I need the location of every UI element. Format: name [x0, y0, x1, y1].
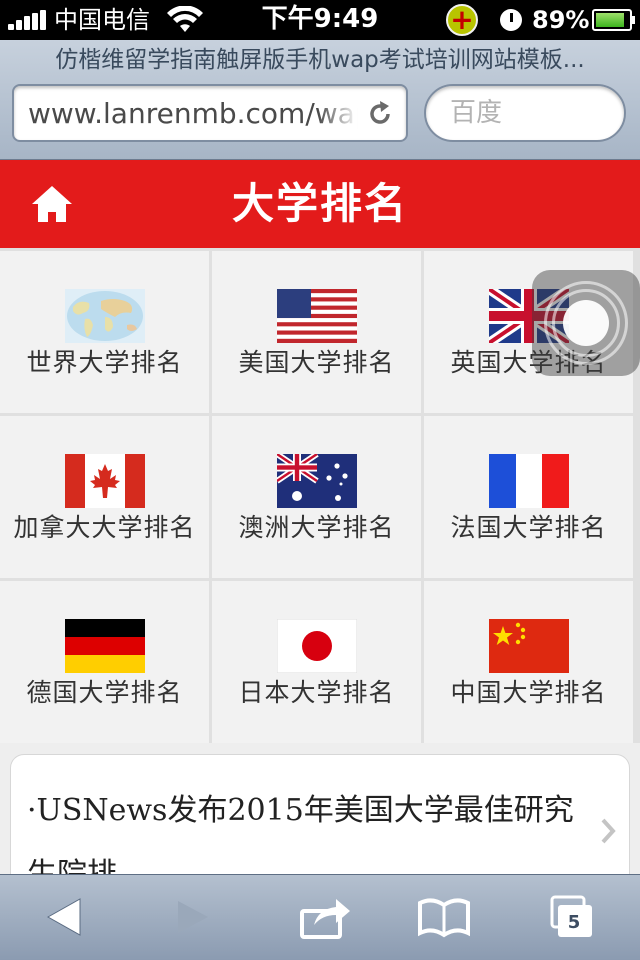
world-map-icon: [65, 289, 145, 343]
china-flag-icon: [489, 619, 569, 673]
germany-flag-icon: [65, 619, 145, 673]
ranking-item-japan[interactable]: 日本大学排名: [212, 581, 421, 743]
canada-flag-icon: [65, 454, 145, 508]
share-button[interactable]: [292, 887, 356, 947]
browser-toolbar: 5: [0, 874, 640, 960]
japan-flag-icon: [277, 619, 357, 673]
assistive-touch-button[interactable]: [532, 270, 640, 376]
bookmarks-button[interactable]: [412, 887, 476, 947]
search-input[interactable]: [424, 84, 626, 142]
url-text: www.lanrenmb.com/wap: [28, 96, 358, 132]
alarm-icon: [500, 9, 522, 31]
ranking-label: 中国大学排名: [450, 678, 607, 707]
ranking-item-china[interactable]: 中国大学排名: [424, 581, 633, 743]
back-icon: [46, 898, 81, 936]
ranking-label: 世界大学排名: [26, 348, 183, 377]
tabs-count: 5: [567, 912, 581, 933]
status-bar: 中国电信 下午9:49 89%: [0, 0, 640, 40]
app-icon: [446, 2, 478, 38]
ranking-label: 美国大学排名: [238, 348, 395, 377]
page-title: 仿楷维留学指南触屏版手机wap考试培训网站模板...: [55, 47, 585, 73]
ranking-label: 澳洲大学排名: [238, 513, 395, 542]
assistive-dot: [563, 300, 609, 346]
url-field[interactable]: www.lanrenmb.com/wap: [12, 84, 408, 142]
usa-flag-icon: [277, 289, 357, 343]
share-icon: [300, 899, 350, 939]
ranking-item-australia[interactable]: 澳洲大学排名: [212, 416, 421, 578]
bookmarks-icon: [418, 898, 470, 938]
ranking-item-france[interactable]: 法国大学排名: [424, 416, 633, 578]
back-button[interactable]: [32, 887, 96, 947]
wifi-icon: [167, 6, 203, 32]
battery-icon: [592, 9, 635, 31]
forward-icon: [178, 901, 208, 933]
ranking-label: 日本大学排名: [238, 678, 395, 707]
page-heading: 大学排名: [231, 179, 408, 228]
battery-fill: [596, 13, 625, 27]
ranking-item-world[interactable]: 世界大学排名: [0, 251, 209, 413]
ranking-item-usa[interactable]: 美国大学排名: [212, 251, 421, 413]
ranking-item-canada[interactable]: 加拿大大学排名: [0, 416, 209, 578]
reload-icon[interactable]: [366, 100, 394, 128]
site-header: 大学排名: [0, 160, 640, 248]
carrier-name: 中国电信: [54, 6, 150, 34]
chevron-right-icon: [601, 818, 616, 844]
ranking-item-germany[interactable]: 德国大学排名: [0, 581, 209, 743]
ranking-label: 加拿大大学排名: [13, 513, 196, 542]
news-card[interactable]: ·USNews发布2015年美国大学最佳研究生院排: [10, 754, 630, 894]
forward-button[interactable]: [160, 887, 224, 947]
browser-bar: 仿楷维留学指南触屏版手机wap考试培训网站模板... www.lanrenmb.…: [0, 40, 640, 160]
ranking-label: 德国大学排名: [26, 678, 183, 707]
australia-flag-icon: [277, 454, 357, 508]
signal-icon: [8, 10, 48, 30]
home-icon[interactable]: [28, 182, 76, 226]
tabs-button[interactable]: 5: [544, 887, 608, 947]
france-flag-icon: [489, 454, 569, 508]
battery-percent: 89%: [532, 6, 590, 34]
ranking-label: 法国大学排名: [450, 513, 607, 542]
